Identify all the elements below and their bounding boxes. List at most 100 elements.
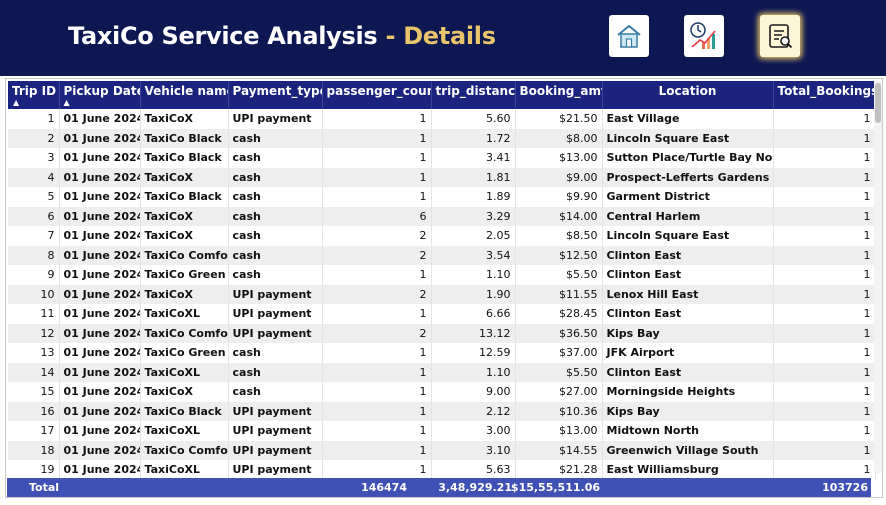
payment-type-cell: UPI payment (228, 401, 323, 421)
booking-amt-cell: $10.36 (515, 401, 603, 421)
table-row[interactable]: 2 01 June 2024 TaxiCo Black cash 1 1.72 $8.00 L… (8, 128, 876, 148)
vehicle-name-cell: TaxiCoX (140, 109, 229, 129)
payment-type-cell: UPI payment (228, 460, 323, 480)
table-row[interactable]: 17 01 June 2024 TaxiCoXL UPI payment 1 3.00 $1… (8, 421, 876, 441)
trip-distance-cell: 3.00 (431, 421, 516, 441)
vehicle-name-cell: TaxiCoX (140, 284, 229, 304)
table-row[interactable]: 6 01 June 2024 TaxiCoX cash 6 3.29 $14.00 Centr… (8, 206, 876, 226)
pickup-date-cell: 01 June 2024 (59, 343, 141, 363)
col-header-trip-id[interactable]: Trip ID ▲ (8, 81, 60, 109)
total-bookings-cell: 1 (773, 382, 876, 402)
booking-amt-cell: $9.90 (515, 187, 603, 207)
col-header-booking-amt[interactable]: Booking_amt (515, 81, 603, 109)
table-row[interactable]: 801 June 2024TaxiCo Comfortcash23.54$12.… (8, 245, 876, 265)
col-header-payment-type[interactable]: Payment_type (228, 81, 323, 109)
trip-id-cell: 14 (8, 362, 60, 382)
booking-amt-cell: $14.00 (515, 206, 603, 226)
total-bookings-cell: 1 (773, 323, 876, 343)
trip-distance-cell: 3.54 (431, 245, 516, 265)
vehicle-name-cell: TaxiCo Black (140, 128, 229, 148)
payment-type-cell: UPI payment (228, 304, 323, 324)
payment-type-cell: cash (228, 382, 323, 402)
pickup-date-cell: 01 June 2024 (59, 323, 141, 343)
pickup-date-cell: 01 June 2024 (59, 304, 141, 324)
trip-id-cell: 18 (8, 440, 60, 460)
table-row[interactable]: 5 01 June 2024 TaxiCo Black cash 1 1.89 $9.90 G… (8, 187, 876, 207)
total-bookings-cell: 1 (773, 226, 876, 246)
sort-asc-icon[interactable]: ▲ (64, 99, 70, 107)
table-row[interactable]: 11 01 June 2024 TaxiCoXL UPI payment 1 6.66 $2… (8, 304, 876, 324)
trip-distance-cell: 2.12 (431, 401, 516, 421)
table-total-row: Total 146474 3,48,929.21 $15,55,511.06 1… (7, 478, 871, 497)
location-cell: Greenwich Village South (602, 440, 774, 460)
booking-amt-cell: $9.00 (515, 167, 603, 187)
col-header-total-bookings[interactable]: Total_Bookings (773, 81, 876, 109)
details-nav-button[interactable] (760, 15, 800, 57)
vehicle-name-cell: TaxiCo Green (140, 265, 229, 285)
table-row[interactable]: 9 01 June 2024 TaxiCo Green cash 1 1.10 $5.50 C… (8, 265, 876, 285)
trip-distance-cell: 1.10 (431, 362, 516, 382)
table-row[interactable]: 1201 June 2024TaxiCo ComfortUPI payment2… (8, 323, 876, 343)
table-row[interactable]: 16 01 June 2024 TaxiCo Black UPI payment 1 2.… (8, 401, 876, 421)
booking-amt-cell: $12.50 (515, 245, 603, 265)
total-bookings-cell: 1 (773, 148, 876, 168)
trip-id-cell: 11 (8, 304, 60, 324)
booking-amt-cell: $8.50 (515, 226, 603, 246)
trip-id-cell: 10 (8, 284, 60, 304)
pickup-date-cell: 01 June 2024 (59, 460, 141, 480)
pickup-date-cell: 01 June 2024 (59, 362, 141, 382)
pickup-date-cell: 01 June 2024 (59, 109, 141, 129)
location-cell: Sutton Place/Turtle Bay North (602, 148, 774, 168)
table-row[interactable]: 19 01 June 2024 TaxiCoXL UPI payment 1 5.63 $2… (8, 460, 876, 480)
home-nav-button[interactable] (609, 15, 649, 57)
table-row[interactable]: 13 01 June 2024 TaxiCo Green cash 1 12.59 $37.… (8, 343, 876, 363)
trip-distance-cell: 3.41 (431, 148, 516, 168)
page-title-main: TaxiCo Service Analysis (68, 22, 378, 50)
report-header: TaxiCo Service Analysis - Details (0, 0, 886, 76)
table-row[interactable]: 10 01 June 2024 TaxiCoX UPI payment 2 1.90 $11… (8, 284, 876, 304)
trip-id-cell: 7 (8, 226, 60, 246)
payment-type-cell: cash (228, 245, 323, 265)
location-cell: Lenox Hill East (602, 284, 774, 304)
table-row[interactable]: 3 01 June 2024 TaxiCo Black cash 1 3.41 $13.00… (8, 148, 876, 168)
passenger-count-cell: 1 (322, 109, 432, 129)
passenger-count-cell: 1 (322, 265, 432, 285)
trip-details-table: Trip ID ▲ Pickup Date ▲ Vehicle name Pay… (8, 81, 876, 480)
total-bookings-cell: 1 (773, 245, 876, 265)
pickup-date-cell: 01 June 2024 (59, 421, 141, 441)
passenger-count-cell: 6 (322, 206, 432, 226)
trip-distance-cell: 3.29 (431, 206, 516, 226)
sort-asc-icon[interactable]: ▲ (13, 99, 19, 107)
location-cell: Clinton East (602, 304, 774, 324)
vertical-scrollbar[interactable] (874, 81, 882, 473)
table-row[interactable]: 7 01 June 2024 TaxiCoX cash 2 2.05 $8.50 Lincol… (8, 226, 876, 246)
trip-id-cell: 19 (8, 460, 60, 480)
col-header-vehicle-name[interactable]: Vehicle name (140, 81, 229, 109)
table-row[interactable]: 15 01 June 2024 TaxiCoX cash 1 9.00 $27.00 Morn… (8, 382, 876, 402)
col-header-passenger-count[interactable]: passenger_count (322, 81, 432, 109)
table-row[interactable]: 1801 June 2024TaxiCo ComfortUPI payment1… (8, 440, 876, 460)
total-bookings-cell: 1 (773, 284, 876, 304)
analytics-nav-button[interactable] (684, 15, 724, 57)
total-bookings-cell: 1 (773, 401, 876, 421)
trip-distance-cell: 2.05 (431, 226, 516, 246)
col-header-location[interactable]: Location (602, 81, 774, 109)
vehicle-name-cell: TaxiCo Comfort (140, 440, 229, 460)
trip-distance-cell: 1.10 (431, 265, 516, 285)
location-cell: East Williamsburg (602, 460, 774, 480)
location-cell: Clinton East (602, 265, 774, 285)
vehicle-name-cell: TaxiCo Black (140, 148, 229, 168)
trip-id-cell: 17 (8, 421, 60, 441)
total-bookings-cell: 1 (773, 460, 876, 480)
col-header-pickup-date[interactable]: Pickup Date ▲ (59, 81, 141, 109)
trip-id-cell: 5 (8, 187, 60, 207)
table-row[interactable]: 14 01 June 2024 TaxiCoXL cash 1 1.10 $5.50 Clin… (8, 362, 876, 382)
table-row[interactable]: 4 01 June 2024 TaxiCoX cash 1 1.81 $9.00 Prospe… (8, 167, 876, 187)
vehicle-name-cell: TaxiCo Black (140, 401, 229, 421)
passenger-count-cell: 1 (322, 421, 432, 441)
scrollbar-thumb[interactable] (875, 83, 881, 123)
table-row[interactable]: 1 01 June 2024 TaxiCoX UPI payment 1 5.60 $21.… (8, 109, 876, 129)
col-header-trip-distance[interactable]: trip_distance (431, 81, 516, 109)
trip-distance-cell: 1.81 (431, 167, 516, 187)
vehicle-name-cell: TaxiCoXL (140, 421, 229, 441)
